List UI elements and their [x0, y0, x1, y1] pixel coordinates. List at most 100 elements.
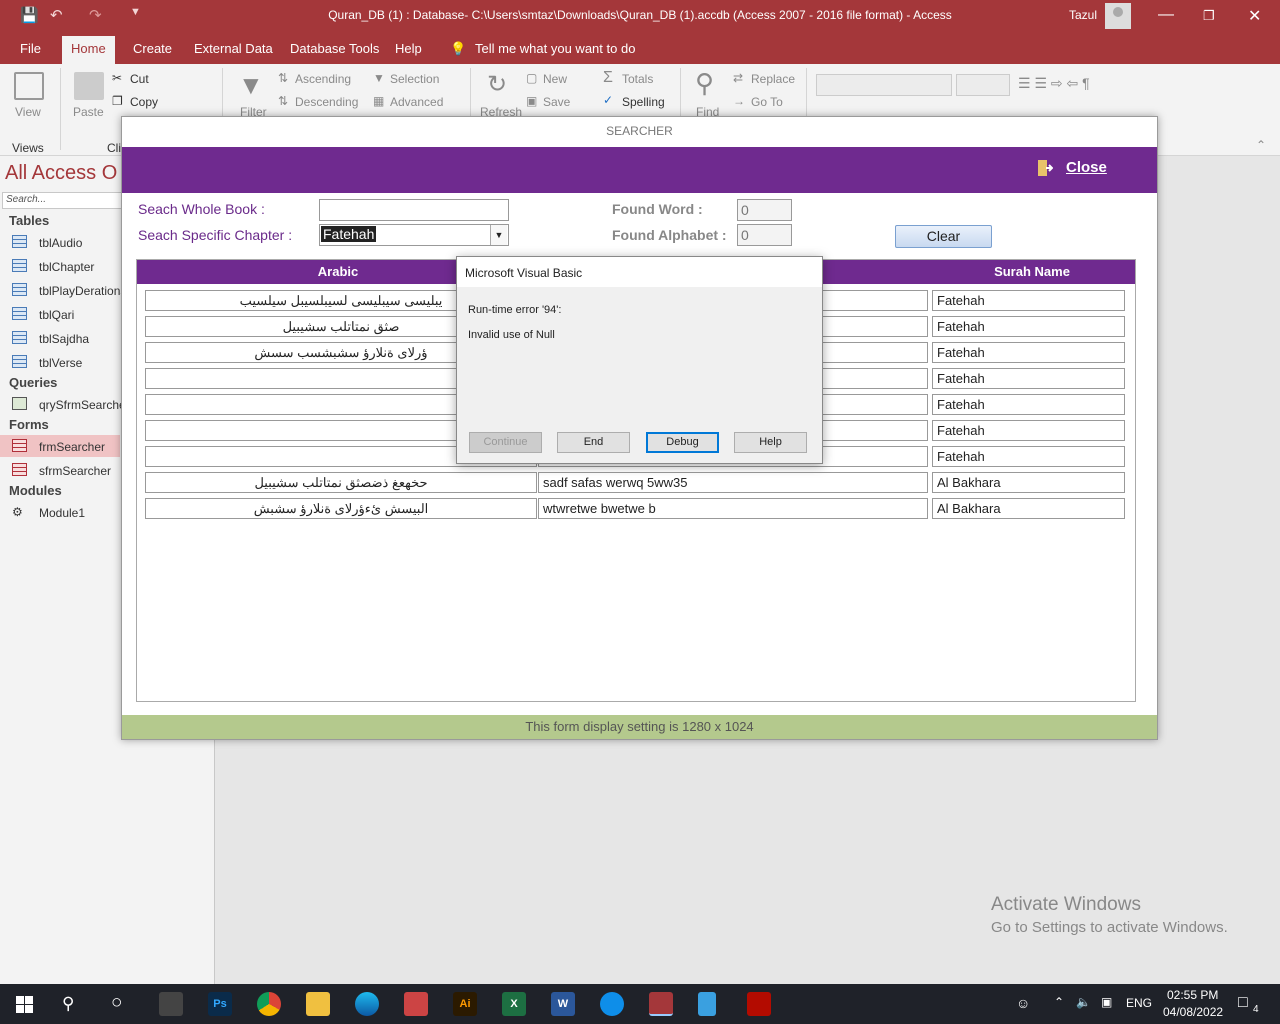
- tab-database-tools[interactable]: Database Tools: [290, 41, 379, 56]
- word-icon[interactable]: W: [551, 992, 575, 1016]
- surah-name-cell[interactable]: Al Bakhara: [932, 472, 1125, 493]
- nav-section-modules[interactable]: Modules: [9, 483, 62, 498]
- totals-button[interactable]: Totals: [622, 72, 653, 86]
- tab-file[interactable]: File: [20, 41, 41, 56]
- replace-button[interactable]: Replace: [751, 72, 795, 86]
- close-button[interactable]: Close: [1066, 159, 1107, 176]
- nav-section-forms[interactable]: Forms: [9, 417, 49, 432]
- totals-icon[interactable]: Σ: [603, 69, 613, 87]
- spelling-button[interactable]: Spelling: [622, 95, 665, 109]
- chevron-down-icon[interactable]: ▼: [490, 225, 507, 245]
- surah-name-cell[interactable]: Fatehah: [932, 446, 1125, 467]
- selection-icon[interactable]: ▼: [373, 71, 385, 85]
- windows-start-icon[interactable]: [16, 996, 33, 1013]
- spelling-icon[interactable]: ✓: [603, 93, 613, 107]
- copy-button[interactable]: Copy: [130, 95, 158, 109]
- chapter-combo[interactable]: Fatehah ▼: [319, 224, 509, 246]
- tab-create[interactable]: Create: [133, 41, 172, 56]
- volume-icon[interactable]: 🔈: [1076, 995, 1091, 1009]
- cut-button[interactable]: Cut: [130, 72, 149, 86]
- close-window-icon[interactable]: ✕: [1248, 6, 1261, 26]
- chevron-up-icon[interactable]: ⌃: [1054, 995, 1064, 1009]
- font-name-combo[interactable]: [816, 74, 952, 96]
- exit-door-icon[interactable]: [1037, 159, 1053, 177]
- tab-help[interactable]: Help: [395, 41, 422, 56]
- font-size-combo[interactable]: [956, 74, 1010, 96]
- refresh-icon[interactable]: ↻: [487, 70, 507, 99]
- ascending-button[interactable]: Ascending: [295, 72, 351, 86]
- avatar[interactable]: [1105, 3, 1131, 29]
- arabic-cell[interactable]: حخهعغ ذضصثق نمتاتلب سشیبیل: [145, 472, 537, 493]
- surah-name-cell[interactable]: Fatehah: [932, 368, 1125, 389]
- new-record-button[interactable]: New: [543, 72, 567, 86]
- edge-icon[interactable]: [355, 992, 379, 1016]
- filter-icon[interactable]: ▼: [238, 70, 264, 101]
- ascending-icon[interactable]: ⇅: [278, 71, 288, 85]
- teamviewer-icon[interactable]: [600, 992, 624, 1016]
- media-app-icon[interactable]: [159, 992, 183, 1016]
- chrome-icon[interactable]: [257, 992, 281, 1016]
- nav-search-input[interactable]: Search...: [2, 192, 128, 209]
- illustrator-icon[interactable]: Ai: [453, 992, 477, 1016]
- surah-name-cell[interactable]: Fatehah: [932, 290, 1125, 311]
- replace-icon[interactable]: ⇄: [733, 71, 743, 85]
- file-explorer-icon[interactable]: [306, 992, 330, 1016]
- save-record-icon[interactable]: ▣: [526, 94, 537, 108]
- clock-date[interactable]: 04/08/2022: [1163, 1005, 1223, 1019]
- goto-icon[interactable]: →: [733, 94, 745, 108]
- restore-icon[interactable]: ❐: [1203, 8, 1215, 24]
- tell-me-input[interactable]: Tell me what you want to do: [475, 41, 635, 56]
- clear-button[interactable]: Clear: [895, 225, 992, 248]
- paste-icon[interactable]: [74, 72, 104, 100]
- debug-button[interactable]: Debug: [646, 432, 719, 453]
- paint-app-icon[interactable]: [404, 992, 428, 1016]
- surah-name-cell[interactable]: Al Bakhara: [932, 498, 1125, 519]
- clock-time[interactable]: 02:55 PM: [1167, 988, 1218, 1002]
- photoshop-icon[interactable]: Ps: [208, 992, 232, 1016]
- surah-name-cell[interactable]: Fatehah: [932, 420, 1125, 441]
- tab-home[interactable]: Home: [62, 36, 115, 64]
- people-icon[interactable]: ☺: [1016, 995, 1030, 1011]
- nav-item-frmsearcher[interactable]: frmSearcher: [0, 435, 120, 457]
- nav-header[interactable]: All Access O: [5, 162, 117, 185]
- search-whole-input[interactable]: [319, 199, 509, 221]
- cortana-icon[interactable]: ○: [111, 992, 122, 1014]
- user-name[interactable]: Tazul: [1069, 8, 1097, 22]
- end-button[interactable]: End: [557, 432, 630, 453]
- copy-icon[interactable]: ❐: [112, 94, 123, 108]
- advanced-icon[interactable]: ▦: [373, 94, 384, 108]
- translation-cell[interactable]: wtwretwe bwetwe b: [538, 498, 928, 519]
- acrobat-icon[interactable]: [747, 992, 771, 1016]
- paste-button[interactable]: Paste: [73, 105, 104, 119]
- access-icon[interactable]: [649, 992, 673, 1016]
- translation-cell[interactable]: sadf safas werwq 5ww35: [538, 472, 928, 493]
- minimize-icon[interactable]: —: [1158, 6, 1174, 24]
- descending-button[interactable]: Descending: [295, 95, 358, 109]
- goto-button[interactable]: Go To: [751, 95, 783, 109]
- help-button[interactable]: Help: [734, 432, 807, 453]
- network-icon[interactable]: ▣: [1101, 995, 1112, 1009]
- bullets-icon[interactable]: ☰ ☰ ⇨ ⇦ ¶: [1018, 75, 1090, 92]
- notifications-icon[interactable]: □: [1238, 994, 1248, 1012]
- selection-button[interactable]: Selection: [390, 72, 439, 86]
- arabic-cell[interactable]: البیسش ئءؤرلای ةنلارؤ سشبش: [145, 498, 537, 519]
- column-header-surah[interactable]: Surah Name: [929, 260, 1135, 284]
- save-record-button[interactable]: Save: [543, 95, 570, 109]
- document-app-icon[interactable]: [698, 992, 716, 1016]
- descending-icon[interactable]: ⇅: [278, 94, 288, 108]
- nav-section-queries[interactable]: Queries: [9, 375, 57, 390]
- surah-name-cell[interactable]: Fatehah: [932, 394, 1125, 415]
- tab-external-data[interactable]: External Data: [194, 41, 273, 56]
- collapse-ribbon-icon[interactable]: ⌃: [1256, 138, 1266, 152]
- cut-icon[interactable]: ✂: [112, 71, 122, 85]
- view-icon[interactable]: [14, 72, 44, 100]
- nav-section-tables[interactable]: Tables: [9, 213, 49, 228]
- search-icon[interactable]: ⚲: [62, 994, 74, 1014]
- surah-name-cell[interactable]: Fatehah: [932, 342, 1125, 363]
- excel-icon[interactable]: X: [502, 992, 526, 1016]
- surah-name-cell[interactable]: Fatehah: [932, 316, 1125, 337]
- view-button[interactable]: View: [15, 105, 41, 119]
- language-indicator[interactable]: ENG: [1126, 996, 1152, 1010]
- find-icon[interactable]: ⚲: [695, 68, 714, 99]
- new-record-icon[interactable]: ▢: [526, 71, 537, 85]
